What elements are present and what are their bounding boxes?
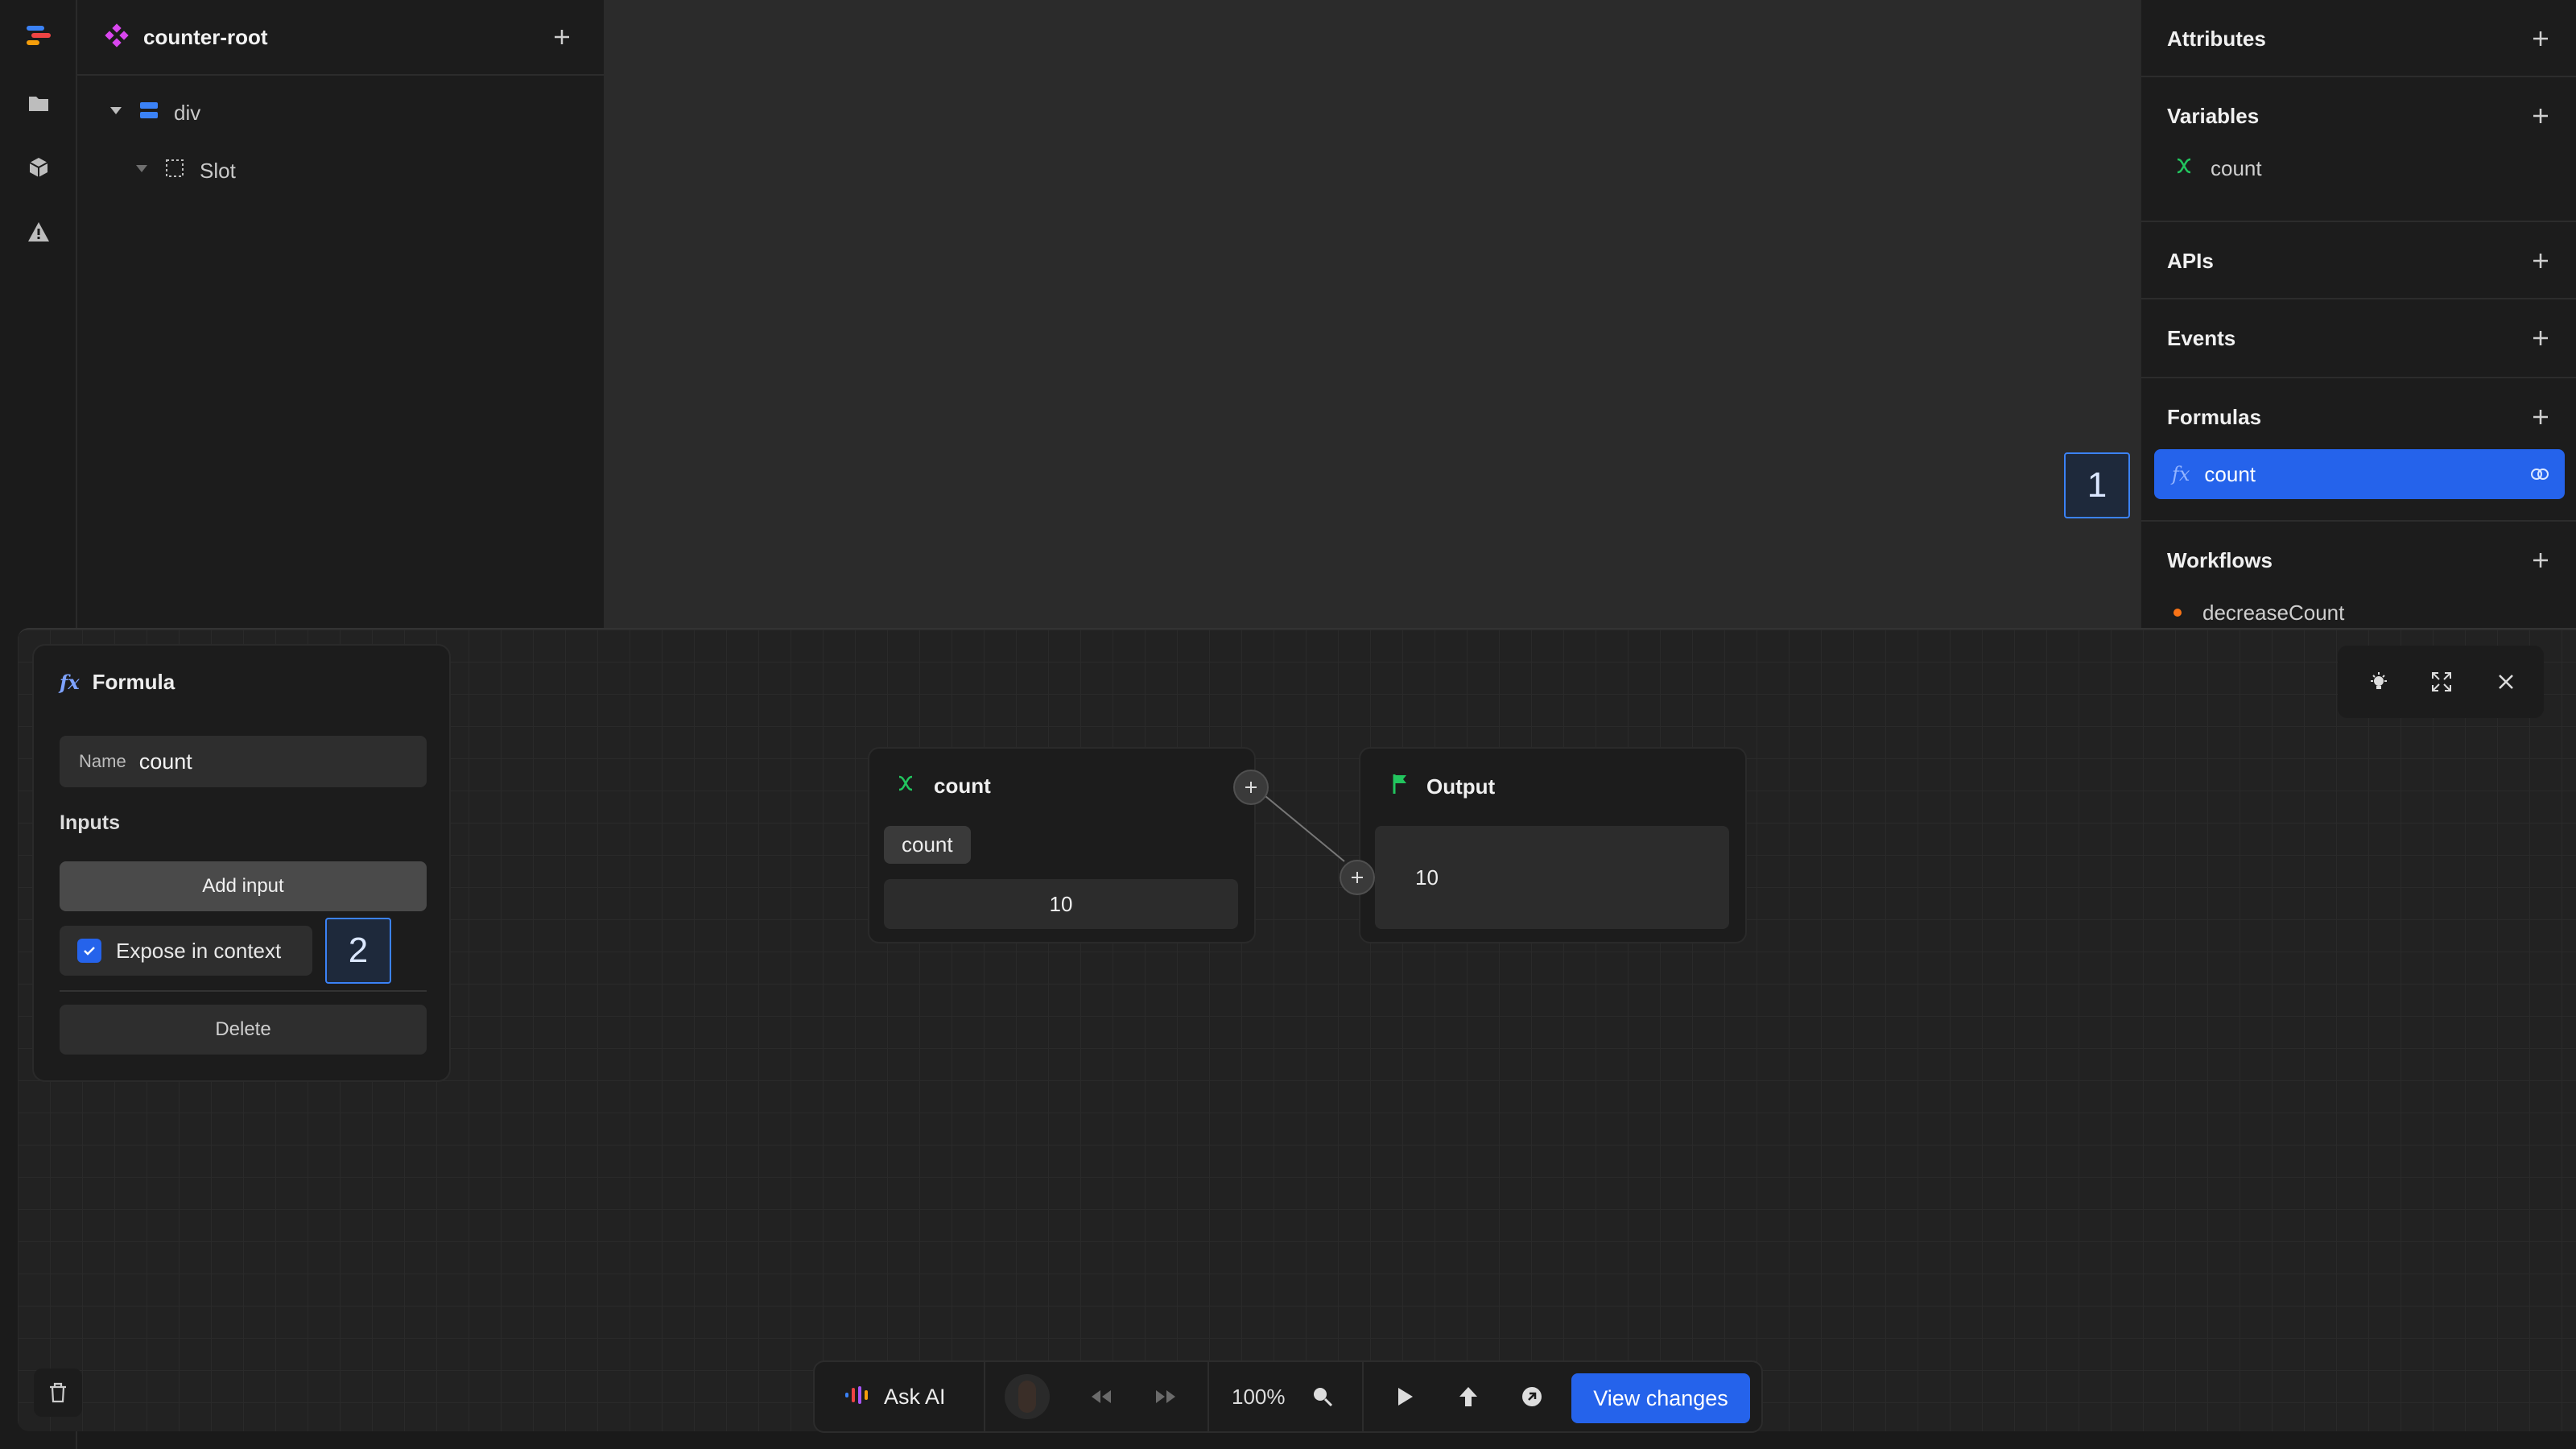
zoom-icon[interactable] xyxy=(1311,1362,1335,1431)
add-api-button[interactable] xyxy=(2524,245,2557,277)
ask-ai-label: Ask AI xyxy=(884,1384,946,1409)
add-workflow-button[interactable] xyxy=(2524,544,2557,576)
variable-icon xyxy=(2174,155,2194,182)
slot-icon xyxy=(164,158,185,184)
formula-icon: fx xyxy=(60,671,80,694)
section-title: Attributes xyxy=(2167,26,2266,51)
annotation-marker-1: 1 xyxy=(2064,452,2130,518)
workflow-item[interactable]: decreaseCount xyxy=(2141,588,2576,628)
design-canvas[interactable] xyxy=(604,0,2140,628)
link-icon[interactable] xyxy=(2528,462,2552,492)
section-title: APIs xyxy=(2167,248,2214,273)
section-title: Workflows xyxy=(2167,547,2273,572)
formulas-section: Formulas fx count xyxy=(2141,378,2576,522)
flag-icon xyxy=(1391,773,1410,801)
app-logo-icon[interactable] xyxy=(19,16,58,55)
publish-arrow-icon[interactable] xyxy=(1457,1362,1480,1431)
rewind-icon[interactable] xyxy=(1088,1362,1114,1431)
trash-icon[interactable] xyxy=(34,1368,82,1417)
add-variable-button[interactable] xyxy=(2524,100,2557,132)
node-header: Output xyxy=(1391,773,1495,801)
output-port-plus-icon[interactable] xyxy=(1233,770,1269,805)
tree-header: counter-root xyxy=(77,0,604,76)
editor-tools xyxy=(2338,646,2544,718)
lightbulb-icon[interactable] xyxy=(2360,663,2397,700)
close-icon[interactable] xyxy=(2487,663,2524,700)
checkbox-checked-icon[interactable] xyxy=(77,939,101,963)
bottom-toolbar: Ask AI 100% View changes xyxy=(813,1360,1763,1433)
workflow-name: decreaseCount xyxy=(2202,600,2345,625)
apis-section: APIs xyxy=(2141,222,2576,299)
expose-label: Expose in context xyxy=(116,938,282,963)
folder-icon[interactable] xyxy=(19,84,58,122)
component-name: counter-root xyxy=(143,24,268,49)
section-title: Formulas xyxy=(2167,404,2262,429)
play-icon[interactable] xyxy=(1394,1362,1415,1431)
toolbar-separator xyxy=(1208,1362,1209,1431)
add-element-button[interactable] xyxy=(546,21,578,53)
add-formula-button[interactable] xyxy=(2524,401,2557,433)
divider xyxy=(60,990,427,992)
attributes-section: Attributes xyxy=(2141,0,2576,77)
toolbar-separator xyxy=(1362,1362,1364,1431)
warning-icon[interactable] xyxy=(19,213,58,251)
formula-name: count xyxy=(2204,461,2256,486)
variables-section: Variables count xyxy=(2141,77,2576,222)
name-label: Name xyxy=(79,751,126,771)
navigate-icon[interactable] xyxy=(1520,1362,1544,1431)
variable-value: 10 xyxy=(884,879,1238,929)
name-value[interactable]: count xyxy=(139,749,192,774)
tree-node-label: Slot xyxy=(200,159,236,183)
avatar[interactable] xyxy=(1005,1362,1050,1431)
div-element-icon xyxy=(138,100,159,126)
formula-item-selected[interactable]: fx count xyxy=(2154,449,2565,499)
add-input-button[interactable]: Add input xyxy=(60,861,427,911)
workflows-section: Workflows decreaseCount xyxy=(2141,522,2576,628)
formula-icon: fx xyxy=(2172,463,2190,485)
tree-node-label: div xyxy=(174,101,201,125)
panel-header: fx Formula xyxy=(60,670,175,695)
variable-icon xyxy=(895,773,916,799)
variable-name-pill[interactable]: count xyxy=(884,826,971,864)
output-node[interactable]: Output 10 xyxy=(1359,747,1747,943)
view-changes-button[interactable]: View changes xyxy=(1571,1373,1750,1423)
package-icon[interactable] xyxy=(19,148,58,187)
annotation-marker-2: 2 xyxy=(325,918,391,984)
input-port-plus-icon[interactable] xyxy=(1340,860,1375,895)
events-section: Events xyxy=(2141,299,2576,378)
tree-node-slot[interactable]: Slot xyxy=(132,158,236,184)
node-header: count xyxy=(895,773,991,799)
delete-formula-button[interactable]: Delete xyxy=(60,1005,427,1055)
node-title: count xyxy=(934,774,991,798)
fast-forward-icon[interactable] xyxy=(1153,1362,1179,1431)
node-title: Output xyxy=(1426,774,1496,799)
expose-in-context-toggle[interactable]: Expose in context xyxy=(60,926,312,976)
user-avatar-icon xyxy=(1005,1374,1050,1419)
component-tree-panel: counter-root div Slot xyxy=(77,0,604,628)
tree-node-div[interactable]: div xyxy=(106,100,200,126)
formula-name-field[interactable]: Name count xyxy=(60,736,427,787)
component-icon xyxy=(105,23,129,52)
section-title: Events xyxy=(2167,325,2236,350)
formula-settings-panel: fx Formula Name count Inputs Add input E… xyxy=(32,644,451,1082)
add-attribute-button[interactable] xyxy=(2524,23,2557,55)
add-event-button[interactable] xyxy=(2524,322,2557,354)
ask-ai-button[interactable]: Ask AI xyxy=(844,1362,946,1431)
chevron-down-icon[interactable] xyxy=(132,159,151,184)
expand-icon[interactable] xyxy=(2423,663,2460,700)
zoom-level[interactable]: 100% xyxy=(1232,1362,1286,1431)
properties-panel: Attributes Variables count APIs Events F… xyxy=(2140,0,2576,628)
variable-name: count xyxy=(2211,155,2262,180)
toolbar-separator xyxy=(984,1362,985,1431)
inputs-heading: Inputs xyxy=(60,811,120,834)
panel-title: Formula xyxy=(92,670,175,694)
variable-node[interactable]: count count 10 xyxy=(868,747,1256,943)
section-title: Variables xyxy=(2167,103,2260,128)
output-value-field[interactable]: 10 xyxy=(1375,826,1729,929)
workflow-dot-icon xyxy=(2174,609,2182,617)
chevron-down-icon[interactable] xyxy=(106,101,126,126)
ai-bars-icon xyxy=(844,1385,873,1410)
